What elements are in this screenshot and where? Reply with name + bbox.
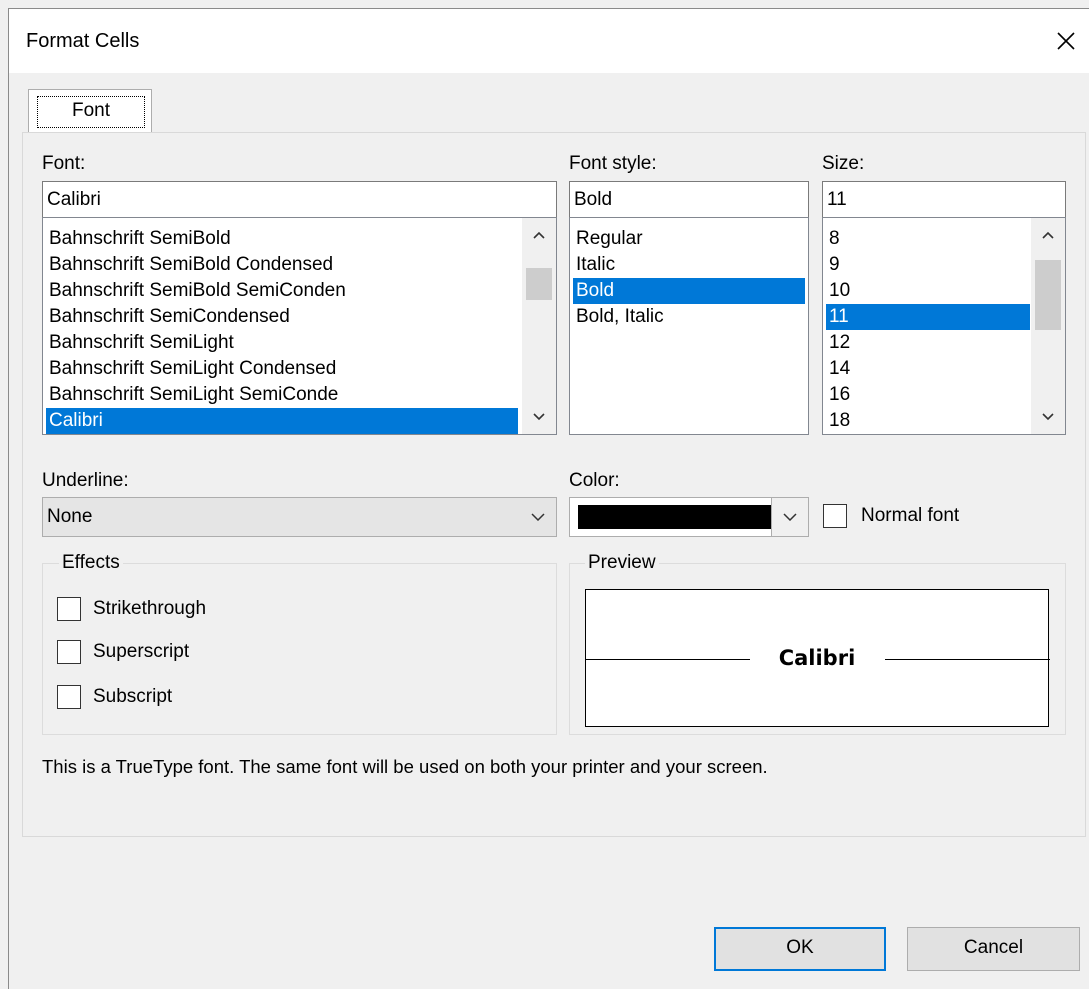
normal-font-label: Normal font xyxy=(861,505,960,526)
close-icon xyxy=(1057,32,1075,50)
subscript-label: Subscript xyxy=(93,686,173,707)
subscript-checkbox[interactable] xyxy=(57,685,81,709)
scroll-thumb[interactable] xyxy=(526,268,552,300)
list-item-selected[interactable]: 11 xyxy=(826,304,1030,330)
color-label: Color: xyxy=(569,470,620,491)
font-style-label: Font style: xyxy=(569,153,657,174)
preview-box: Calibri xyxy=(585,589,1050,727)
color-dropdown-arrow[interactable] xyxy=(771,498,808,536)
list-item[interactable]: Italic xyxy=(573,252,805,278)
chevron-down-icon xyxy=(1042,413,1054,421)
list-item[interactable]: Bahnschrift SemiBold xyxy=(46,226,518,252)
effects-group: Effects Strikethrough Superscript Subscr… xyxy=(42,552,557,735)
effects-title: Effects xyxy=(59,552,123,574)
tab-font-label: Font xyxy=(37,96,145,128)
list-item[interactable]: Bahnschrift SemiLight xyxy=(46,330,518,356)
list-item[interactable]: Bahnschrift SemiBold SemiConden xyxy=(46,278,518,304)
list-item[interactable]: Bahnschrift SemiLight Condensed xyxy=(46,356,518,382)
list-item[interactable]: 8 xyxy=(826,226,1030,252)
font-info-text: This is a TrueType font. The same font w… xyxy=(42,756,768,777)
underline-dropdown-arrow[interactable] xyxy=(520,498,556,536)
list-item-selected[interactable]: Bold xyxy=(573,278,805,304)
size-input[interactable]: 11 xyxy=(822,181,1066,218)
list-item[interactable]: Regular xyxy=(573,226,805,252)
format-cells-dialog: Format Cells Font Font: Calibri Bahnschr… xyxy=(8,8,1089,989)
dialog-title: Format Cells xyxy=(26,30,140,52)
preview-baseline-left xyxy=(586,659,750,660)
list-item[interactable]: Bold, Italic xyxy=(573,304,805,330)
preview-baseline-right xyxy=(885,659,1050,660)
chevron-up-icon xyxy=(533,231,545,239)
chevron-down-icon xyxy=(531,513,545,521)
list-item[interactable]: Bahnschrift SemiBold Condensed xyxy=(46,252,518,278)
tab-font[interactable]: Font xyxy=(28,89,152,133)
list-item[interactable]: 9 xyxy=(826,252,1030,278)
strikethrough-label: Strikethrough xyxy=(93,598,207,619)
underline-label: Underline: xyxy=(42,470,129,491)
preview-title: Preview xyxy=(585,552,659,574)
list-item[interactable]: 18 xyxy=(826,408,1030,434)
strikethrough-checkbox[interactable] xyxy=(57,597,81,621)
list-item-selected[interactable]: Calibri xyxy=(46,408,518,434)
close-button[interactable] xyxy=(1030,9,1089,73)
chevron-up-icon xyxy=(1042,231,1054,239)
preview-group: Preview Calibri xyxy=(569,552,1066,735)
color-swatch xyxy=(578,505,772,529)
chevron-down-icon xyxy=(533,413,545,421)
font-label: Font: xyxy=(42,153,86,174)
list-item[interactable]: 10 xyxy=(826,278,1030,304)
list-item[interactable]: Bahnschrift SemiCondensed xyxy=(46,304,518,330)
list-item[interactable]: Bahnschrift SemiLight SemiConde xyxy=(46,382,518,408)
underline-dropdown[interactable]: None xyxy=(42,497,557,537)
color-dropdown[interactable] xyxy=(569,497,809,537)
font-list-scrollbar[interactable] xyxy=(522,218,556,434)
superscript-label: Superscript xyxy=(93,641,190,662)
scroll-up-button[interactable] xyxy=(522,218,556,252)
font-style-list[interactable]: Regular Italic Bold Bold, Italic xyxy=(569,217,809,435)
superscript-checkbox[interactable] xyxy=(57,640,81,664)
scroll-down-button[interactable] xyxy=(522,400,556,434)
scroll-thumb[interactable] xyxy=(1035,260,1061,330)
size-list-scrollbar[interactable] xyxy=(1031,218,1065,434)
font-name-input[interactable]: Calibri xyxy=(42,181,557,218)
font-tab-panel: Font: Calibri Bahnschrift SemiBold Bahns… xyxy=(22,132,1086,837)
preview-sample-text: Calibri xyxy=(778,646,856,670)
font-list[interactable]: Bahnschrift SemiBold Bahnschrift SemiBol… xyxy=(42,217,557,435)
ok-button[interactable]: OK xyxy=(714,927,886,971)
size-label: Size: xyxy=(822,153,865,174)
scroll-down-button[interactable] xyxy=(1031,400,1065,434)
cancel-button[interactable]: Cancel xyxy=(907,927,1080,971)
title-bar: Format Cells xyxy=(9,9,1089,73)
normal-font-checkbox[interactable] xyxy=(823,504,847,528)
underline-value: None xyxy=(47,506,93,527)
list-item[interactable]: 12 xyxy=(826,330,1030,356)
chevron-down-icon xyxy=(783,513,797,521)
scroll-up-button[interactable] xyxy=(1031,218,1065,252)
size-list[interactable]: 8 9 10 11 12 14 16 18 xyxy=(822,217,1066,435)
font-style-input[interactable]: Bold xyxy=(569,181,809,218)
list-item[interactable]: 16 xyxy=(826,382,1030,408)
list-item[interactable]: 14 xyxy=(826,356,1030,382)
